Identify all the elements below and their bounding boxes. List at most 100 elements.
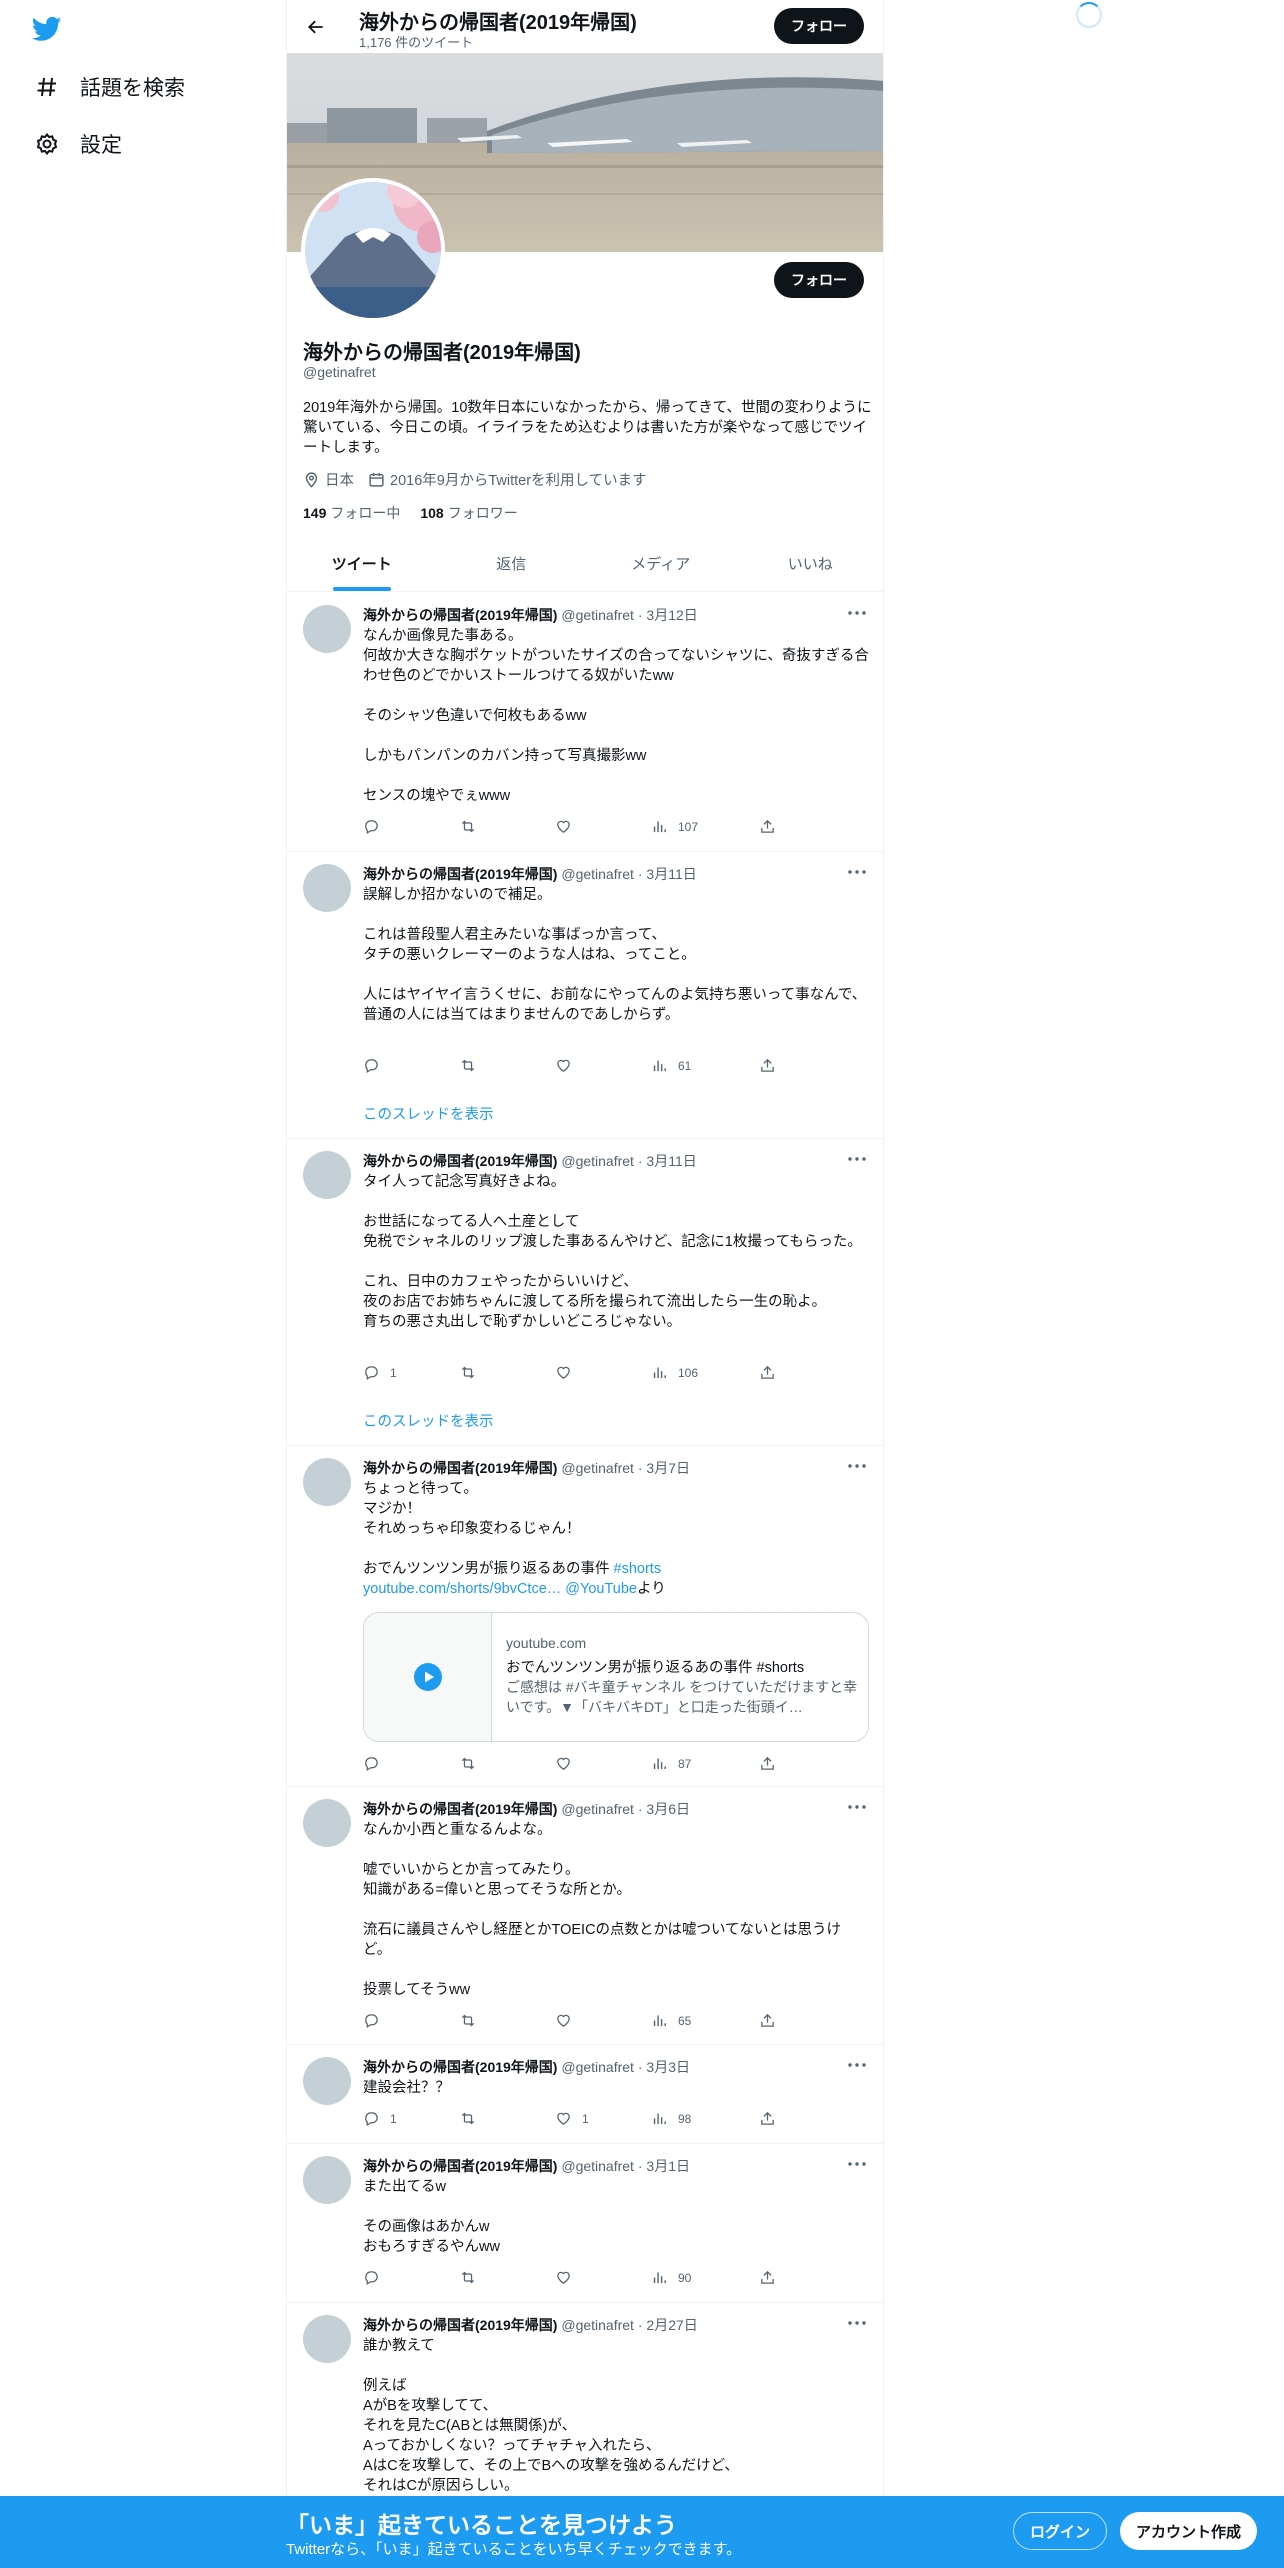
- more-icon[interactable]: [845, 2311, 869, 2335]
- reply-button[interactable]: [363, 818, 390, 835]
- avatar[interactable]: [303, 1799, 351, 1847]
- like-button[interactable]: [555, 2012, 582, 2029]
- twitter-bird-icon[interactable]: [30, 14, 64, 44]
- share-button[interactable]: [759, 818, 786, 835]
- views-button[interactable]: 98: [651, 2110, 691, 2127]
- show-thread-link[interactable]: このスレッドを表示: [363, 1410, 494, 1431]
- tweet-actions: 87: [363, 1755, 783, 1775]
- reply-button[interactable]: [363, 1057, 390, 1074]
- retweet-button[interactable]: [459, 2012, 487, 2029]
- show-thread-link[interactable]: このスレッドを表示: [363, 1103, 494, 1124]
- retweet-button[interactable]: [459, 1755, 487, 1772]
- tweet[interactable]: 海外からの帰国者(2019年帰国) @getinafret · 3月11日 誤解…: [287, 852, 883, 1139]
- share-icon: [759, 2012, 786, 2029]
- profile-follow-button[interactable]: フォロー: [774, 262, 864, 298]
- reply-button[interactable]: [363, 2269, 390, 2286]
- tab-tweets[interactable]: ツイート: [287, 536, 437, 591]
- share-button[interactable]: [759, 1755, 786, 1772]
- retweet-button[interactable]: [459, 1057, 487, 1074]
- views-button[interactable]: 107: [651, 818, 698, 835]
- tweet-actions: 107: [363, 818, 783, 838]
- signup-button[interactable]: アカウント作成: [1120, 2512, 1258, 2550]
- reply-icon: [363, 1057, 390, 1074]
- avatar[interactable]: [303, 864, 351, 912]
- retweet-button[interactable]: [459, 1364, 487, 1381]
- more-icon[interactable]: [845, 2152, 869, 2176]
- share-button[interactable]: [759, 2012, 786, 2029]
- views-button[interactable]: 61: [651, 1057, 691, 1074]
- back-arrow-icon[interactable]: [299, 10, 333, 44]
- tab-replies[interactable]: 返信: [437, 536, 587, 591]
- avatar[interactable]: [303, 1458, 351, 1506]
- views-button[interactable]: 106: [651, 1364, 698, 1381]
- share-icon: [759, 1755, 786, 1772]
- reply-count: 1: [390, 2111, 397, 2126]
- login-button[interactable]: ログイン: [1013, 2512, 1108, 2550]
- url-link[interactable]: youtube.com/shorts/9bvCtce…: [363, 1581, 561, 1597]
- tweet[interactable]: 海外からの帰国者(2019年帰国) @getinafret · 2月27日 誰か…: [287, 2303, 883, 2503]
- tweet-text: 誰か教えて 例えば AがBを攻撃してて、 それを見たC(ABとは無関係)が、 A…: [363, 2338, 739, 2494]
- profile-header-bar: 海外からの帰国者(2019年帰国) 1,176 件のツイート フォロー: [287, 0, 883, 53]
- following-link[interactable]: 149 フォロー中: [303, 503, 400, 523]
- like-button[interactable]: [555, 1057, 582, 1074]
- avatar[interactable]: [303, 2156, 351, 2204]
- share-button[interactable]: [759, 1364, 786, 1381]
- tab-media[interactable]: メディア: [586, 536, 736, 591]
- more-icon[interactable]: [845, 1454, 869, 1478]
- tweet-actions: 61: [363, 1057, 783, 1077]
- header-name: 海外からの帰国者(2019年帰国): [359, 12, 637, 34]
- like-button[interactable]: [555, 818, 582, 835]
- views-button[interactable]: 65: [651, 2012, 691, 2029]
- more-icon[interactable]: [845, 2053, 869, 2077]
- reply-icon: [363, 2269, 390, 2286]
- profile-stats: 149 フォロー中 108 フォロワー: [303, 503, 538, 523]
- like-button[interactable]: 1: [555, 2110, 589, 2127]
- header-follow-button[interactable]: フォロー: [774, 8, 864, 44]
- tweet[interactable]: 海外からの帰国者(2019年帰国) @getinafret · 3月7日 ちょっ…: [287, 1446, 883, 1787]
- tweet[interactable]: 海外からの帰国者(2019年帰国) @getinafret · 3月3日 建設会…: [287, 2045, 883, 2144]
- profile-avatar[interactable]: [301, 178, 445, 322]
- share-button[interactable]: [759, 2110, 786, 2127]
- tweet[interactable]: 海外からの帰国者(2019年帰国) @getinafret · 3月11日 タイ…: [287, 1139, 883, 1446]
- retweet-button[interactable]: [459, 2269, 487, 2286]
- like-button[interactable]: [555, 2269, 582, 2286]
- like-button[interactable]: [555, 1755, 582, 1772]
- retweet-button[interactable]: [459, 818, 487, 835]
- hashtag-link[interactable]: #shorts: [614, 1561, 662, 1577]
- reply-button[interactable]: 1: [363, 1364, 397, 1381]
- share-button[interactable]: [759, 1057, 786, 1074]
- reply-button[interactable]: 1: [363, 2110, 397, 2127]
- tweet[interactable]: 海外からの帰国者(2019年帰国) @getinafret · 3月12日 なん…: [287, 593, 883, 852]
- avatar[interactable]: [303, 2057, 351, 2105]
- tweet-actions: 1 106: [363, 1364, 783, 1384]
- nav-settings[interactable]: 設定: [34, 122, 122, 166]
- views-count: 98: [678, 2111, 692, 2126]
- avatar[interactable]: [303, 605, 351, 653]
- views-button[interactable]: 87: [651, 1755, 691, 1772]
- more-icon[interactable]: [845, 1795, 869, 1819]
- nav-explore[interactable]: 話題を検索: [34, 65, 185, 109]
- tab-likes[interactable]: いいね: [736, 536, 884, 591]
- link-card[interactable]: youtube.com おでんツンツン男が振り返るあの事件 #shorts ご感…: [363, 1612, 869, 1742]
- reply-button[interactable]: [363, 2012, 390, 2029]
- share-icon: [759, 818, 786, 835]
- tweet-header: 海外からの帰国者(2019年帰国) @getinafret · 3月11日: [363, 866, 697, 882]
- followers-link[interactable]: 108 フォロワー: [420, 503, 517, 523]
- reply-button[interactable]: [363, 1755, 390, 1772]
- more-icon[interactable]: [845, 601, 869, 625]
- mention-link[interactable]: @YouTube: [565, 1581, 637, 1597]
- avatar[interactable]: [303, 2315, 351, 2363]
- tweet[interactable]: 海外からの帰国者(2019年帰国) @getinafret · 3月1日 また出…: [287, 2144, 883, 2303]
- more-icon[interactable]: [845, 860, 869, 884]
- avatar[interactable]: [303, 1151, 351, 1199]
- retweet-button[interactable]: [459, 2110, 487, 2127]
- tweet-header: 海外からの帰国者(2019年帰国) @getinafret · 3月11日: [363, 1153, 697, 1169]
- tweet-text: なんか画像見た事ある。 何故か大きな胸ポケットがついたサイズの合ってないシャツに…: [363, 628, 869, 804]
- like-count: 1: [582, 2111, 589, 2126]
- left-navigation: 話題を検索 設定: [0, 0, 286, 2568]
- views-button[interactable]: 90: [651, 2269, 691, 2286]
- tweet[interactable]: 海外からの帰国者(2019年帰国) @getinafret · 3月6日 なんか…: [287, 1787, 883, 2045]
- like-button[interactable]: [555, 1364, 582, 1381]
- share-button[interactable]: [759, 2269, 786, 2286]
- more-icon[interactable]: [845, 1147, 869, 1171]
